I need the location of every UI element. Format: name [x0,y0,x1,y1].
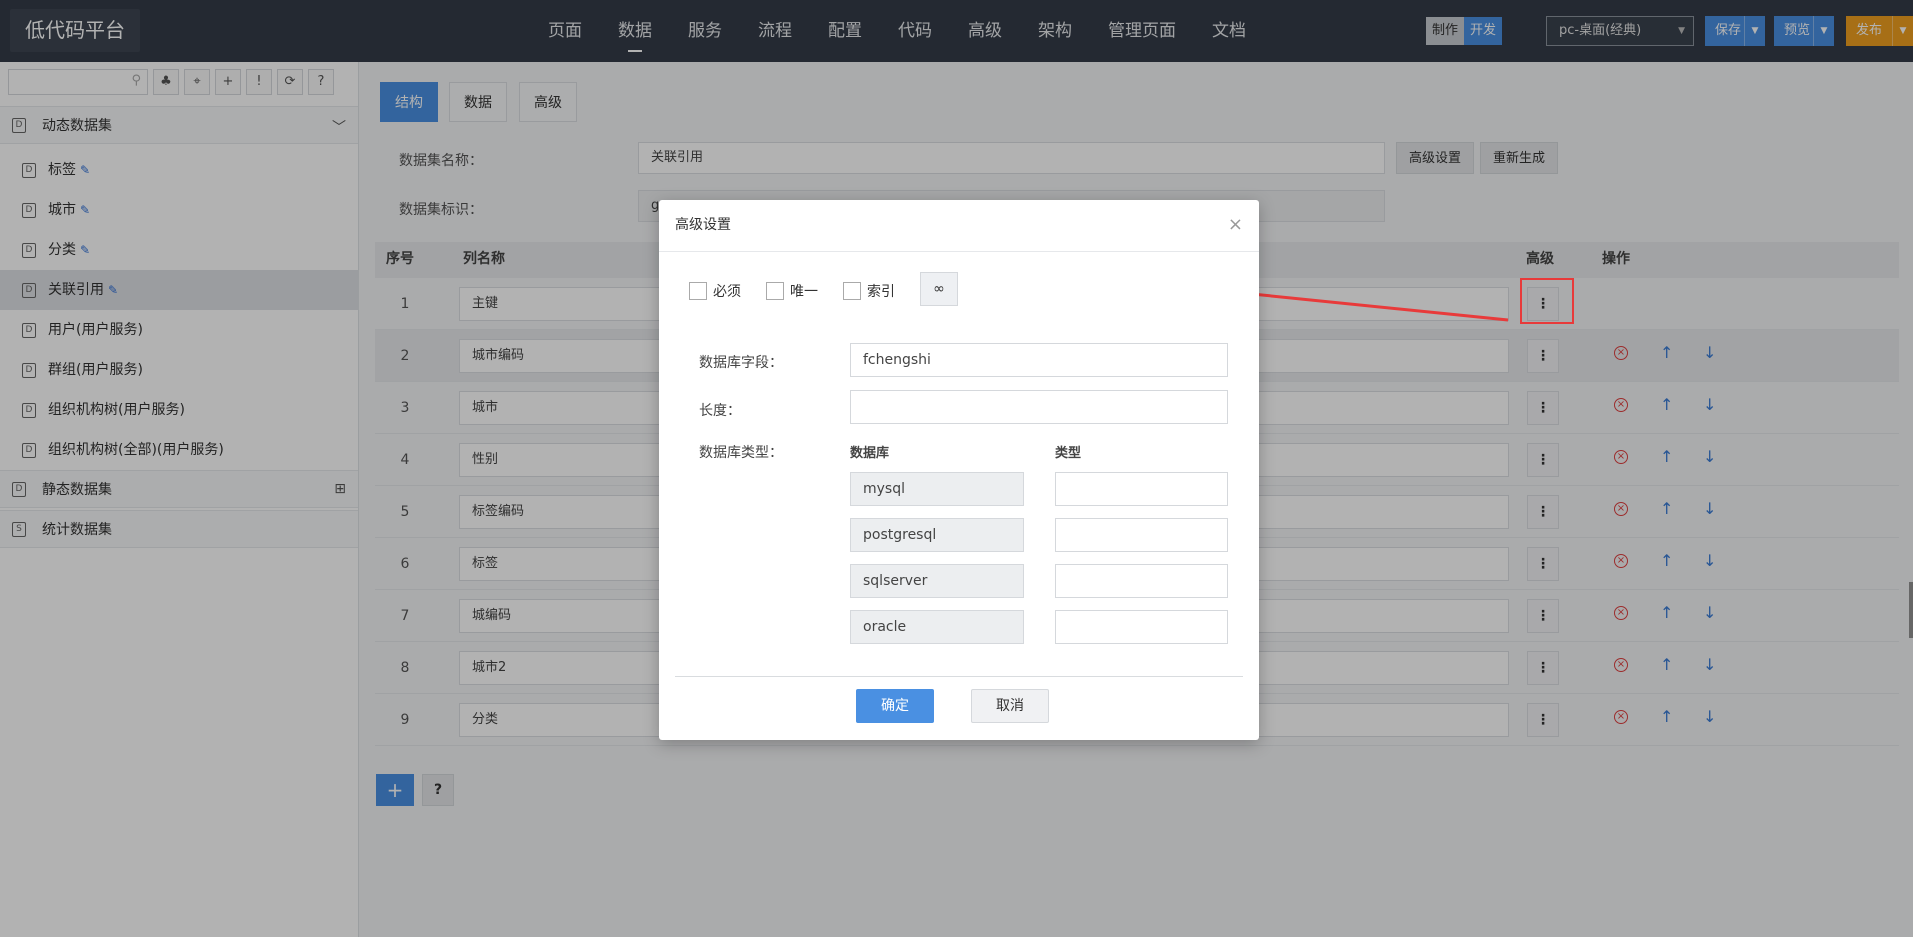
advanced-settings-dialog: 高级设置 × 必须 唯一 索引 ∞ 数据库字段： fchengshi 长度： 数… [659,200,1259,740]
length-label: 长度： [699,403,741,419]
confirm-button[interactable]: 确定 [856,689,934,723]
db-field-label: 数据库字段： [699,355,783,371]
db-mysql: mysql [850,472,1024,506]
cancel-button[interactable]: 取消 [971,689,1049,723]
length-input[interactable] [850,390,1228,424]
db-column-header: 数据库 [850,446,890,461]
type-column-header: 类型 [1055,446,1082,461]
dialog-divider [675,676,1243,677]
checkbox-box[interactable] [766,282,784,300]
scrollbar[interactable] [1909,582,1913,638]
required-checkbox[interactable]: 必须 [689,281,741,301]
type-input-mysql[interactable] [1055,472,1228,506]
link-icon[interactable]: ∞ [920,272,958,306]
unique-label: 唯一 [790,284,818,300]
type-input-oracle[interactable] [1055,610,1228,644]
db-oracle: oracle [850,610,1024,644]
db-postgresql: postgresql [850,518,1024,552]
db-sqlserver: sqlserver [850,564,1024,598]
index-checkbox[interactable]: 索引 [843,281,895,301]
checkbox-box[interactable] [689,282,707,300]
close-icon[interactable]: × [1228,214,1243,235]
index-label: 索引 [867,284,895,300]
dialog-title: 高级设置 [675,217,731,233]
highlight-annotation [1520,278,1574,324]
db-field-input[interactable]: fchengshi [850,343,1228,377]
db-type-label: 数据库类型： [699,445,783,461]
type-input-sqlserver[interactable] [1055,564,1228,598]
unique-checkbox[interactable]: 唯一 [766,281,818,301]
type-input-postgresql[interactable] [1055,518,1228,552]
checkbox-box[interactable] [843,282,861,300]
required-label: 必须 [713,284,741,300]
dialog-header: 高级设置 × [659,200,1259,252]
